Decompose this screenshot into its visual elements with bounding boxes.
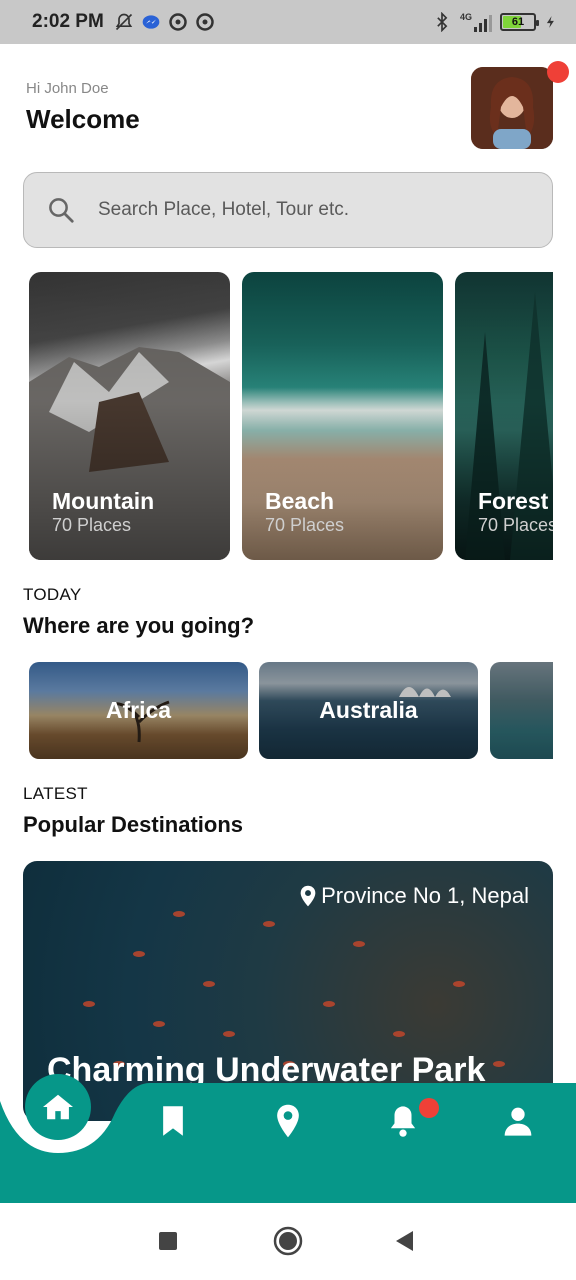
category-title: Beach: [265, 488, 335, 514]
battery-level: 61: [511, 16, 525, 28]
status-time: 2:02 PM: [32, 11, 104, 32]
nav-home-button[interactable]: [25, 1074, 91, 1140]
system-navigation-bar: [0, 1203, 576, 1280]
nav-location-button[interactable]: [268, 1101, 308, 1141]
category-card-forest[interactable]: Forest 70 Places: [455, 272, 553, 560]
section-label-today: TODAY: [23, 585, 82, 604]
popular-location: Province No 1, Nepal: [299, 883, 529, 909]
destination-card-africa[interactable]: Africa: [29, 662, 248, 759]
category-card-beach[interactable]: Beach 70 Places: [242, 272, 443, 560]
category-count: 70 Places: [265, 515, 345, 535]
notification-badge: [419, 1098, 439, 1118]
category-count: 70 Places: [478, 515, 553, 535]
home-icon: [43, 1094, 73, 1120]
search-bar[interactable]: [23, 172, 553, 248]
destination-label: Australia: [319, 697, 418, 723]
destination-card-australia[interactable]: Australia: [259, 662, 478, 759]
notification-dot: [547, 61, 569, 83]
destination-label: Africa: [105, 697, 172, 723]
destination-card-partial[interactable]: [490, 662, 553, 759]
section-label-latest: LATEST: [23, 784, 88, 803]
circle-icon: [273, 1226, 303, 1256]
bell-icon: [390, 1106, 416, 1137]
search-input[interactable]: [98, 199, 498, 221]
category-carousel[interactable]: Mountain 70 Places Beach 70 Places Fores…: [29, 272, 553, 560]
category-card-mountain[interactable]: Mountain 70 Places: [29, 272, 230, 560]
category-count: 70 Places: [52, 515, 132, 535]
user-icon: [504, 1107, 532, 1136]
messenger-icon: [142, 15, 160, 29]
avatar-portrait: [471, 67, 553, 149]
vpn-icon: [169, 13, 187, 31]
popular-destination-card[interactable]: Province No 1, Nepal Charming Underwater…: [23, 861, 553, 1121]
popular-location-text: Province No 1, Nepal: [321, 883, 529, 908]
greeting-text: Hi John Doe: [26, 80, 109, 97]
back-triangle-icon: [396, 1231, 413, 1251]
vpn-icon: [196, 13, 214, 31]
nav-bookmark-button[interactable]: [153, 1101, 193, 1141]
category-title: Forest: [478, 488, 549, 514]
bookmark-icon: [163, 1106, 183, 1136]
battery-icon: 61: [500, 13, 539, 31]
charging-icon: [546, 16, 554, 28]
back-button[interactable]: [386, 1223, 422, 1259]
section-title-today: Where are you going?: [23, 613, 255, 638]
status-bar: 2:02 PM 4G 61: [0, 0, 576, 44]
signal-4g-icon: 4G: [460, 12, 492, 32]
status-icons-left: [114, 12, 215, 32]
search-icon: [49, 198, 74, 223]
network-label: 4G: [459, 12, 472, 22]
destination-carousel[interactable]: Africa Australia: [29, 662, 553, 759]
home-button[interactable]: [270, 1223, 306, 1259]
page-title: Welcome: [26, 104, 140, 134]
status-icons-right: 4G 61: [432, 12, 558, 32]
location-pin-icon: [300, 885, 316, 907]
muted-bell-icon: [115, 13, 133, 31]
nav-profile-button[interactable]: [498, 1101, 538, 1141]
avatar[interactable]: [471, 67, 553, 149]
nav-notifications-button[interactable]: [383, 1101, 423, 1141]
recents-button[interactable]: [150, 1223, 186, 1259]
section-title-latest: Popular Destinations: [23, 812, 244, 837]
location-pin-icon: [277, 1104, 299, 1138]
category-title: Mountain: [52, 488, 155, 514]
square-icon: [159, 1232, 177, 1250]
bluetooth-icon: [437, 12, 448, 32]
